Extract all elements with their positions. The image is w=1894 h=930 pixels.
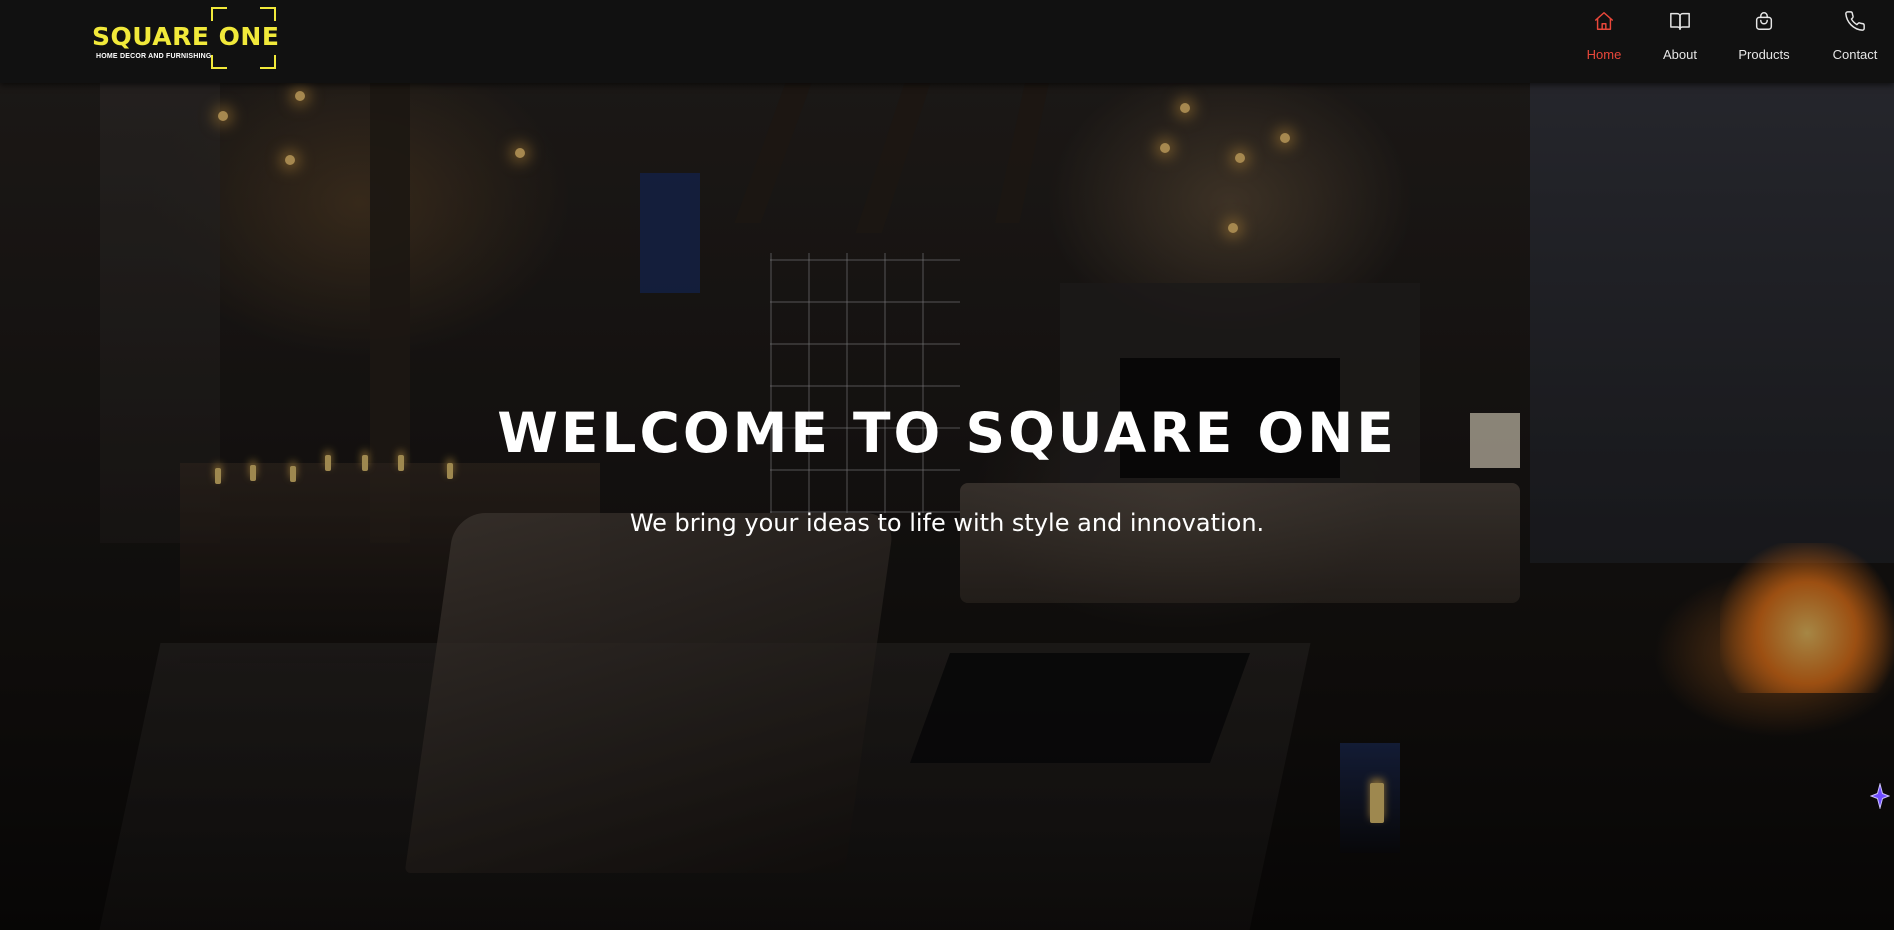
nav-label-about: About xyxy=(1663,47,1697,62)
nav-label-home: Home xyxy=(1586,47,1622,62)
nav-label-contact: Contact xyxy=(1832,47,1878,62)
phone-icon xyxy=(1845,11,1865,31)
hero-title: WELCOME TO SQUARE ONE xyxy=(497,401,1397,465)
hero-subtitle: We bring your ideas to life with style a… xyxy=(629,509,1265,537)
sparkle-icon-glyph xyxy=(1869,782,1891,810)
logo-bracket xyxy=(260,55,276,69)
nav-label-products: Products xyxy=(1738,47,1790,62)
hero-overlay xyxy=(0,83,1894,930)
logo-bracket xyxy=(260,7,276,21)
hero-section: WELCOME TO SQUARE ONE We bring your idea… xyxy=(0,83,1894,930)
nav-item-contact[interactable]: Contact xyxy=(1828,10,1882,70)
nav-item-products[interactable]: Products xyxy=(1734,10,1794,70)
logo-bracket xyxy=(211,7,227,21)
sparkle-icon[interactable] xyxy=(1869,782,1891,810)
nav-item-about[interactable]: About xyxy=(1658,10,1702,70)
book-icon xyxy=(1670,12,1690,30)
logo-name: SQUARE ONE xyxy=(92,22,280,51)
navbar: SQUARE ONE HOME DECOR AND FURNISHING Hom… xyxy=(0,0,1894,83)
logo-tagline: HOME DECOR AND FURNISHING xyxy=(96,53,212,60)
home-icon xyxy=(1595,12,1613,30)
shopping-bag-icon xyxy=(1755,12,1773,30)
logo[interactable]: SQUARE ONE HOME DECOR AND FURNISHING xyxy=(92,7,280,69)
nav-item-home[interactable]: Home xyxy=(1584,10,1624,70)
logo-bracket xyxy=(211,55,227,69)
